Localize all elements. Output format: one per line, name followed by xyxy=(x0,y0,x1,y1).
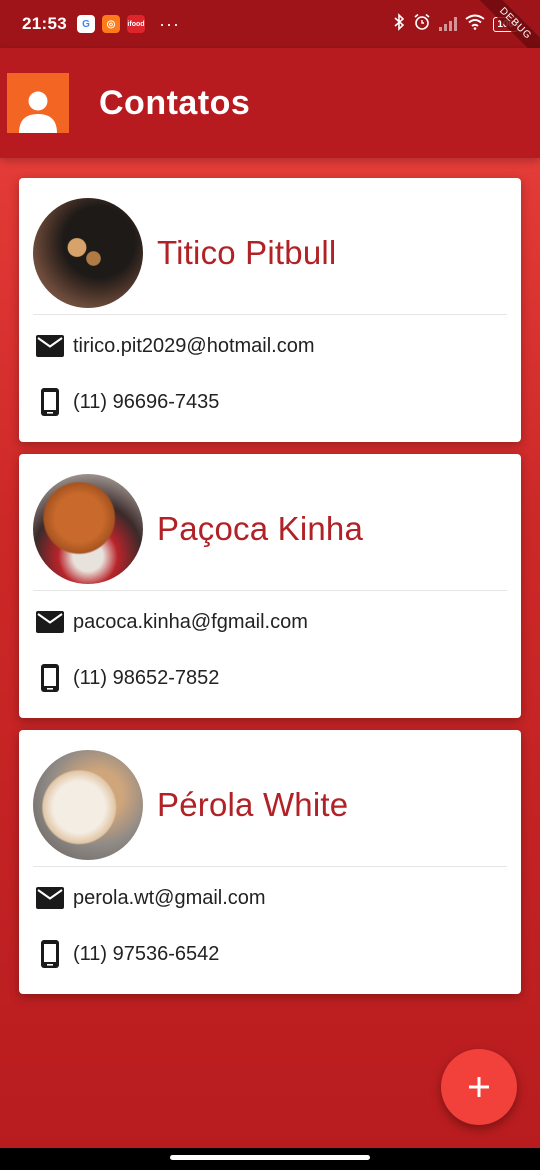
contact-avatar xyxy=(33,750,143,860)
contact-name: Pérola White xyxy=(157,786,349,823)
contact-card[interactable]: Titico Pitbull tirico.pit2029@hotmail.co… xyxy=(19,178,521,442)
ifood-app-icon: ifood xyxy=(126,15,145,33)
email-icon xyxy=(35,883,65,913)
contact-email-row[interactable]: pacoca.kinha@fgmail.com xyxy=(19,594,521,650)
contact-header: Paçoca Kinha xyxy=(19,454,521,590)
contact-name: Paçoca Kinha xyxy=(157,510,364,547)
contact-phone-row[interactable]: (11) 98652-7852 xyxy=(19,650,521,706)
phone-icon xyxy=(35,387,65,417)
contact-phone: (11) 97536-6542 xyxy=(73,942,220,965)
phone-icon xyxy=(35,663,65,693)
contact-phone: (11) 96696-7435 xyxy=(73,390,220,413)
phone-icon xyxy=(35,939,65,969)
contact-name: Titico Pitbull xyxy=(157,234,337,271)
plus-icon xyxy=(469,1077,489,1097)
contact-phone-row[interactable]: (11) 97536-6542 xyxy=(19,926,521,982)
signal-icon xyxy=(439,17,458,31)
contact-avatar xyxy=(33,474,143,584)
email-icon xyxy=(35,331,65,361)
email-icon xyxy=(35,607,65,637)
person-icon xyxy=(7,73,69,133)
contact-email: tirico.pit2029@hotmail.com xyxy=(73,334,315,357)
contact-header: Pérola White xyxy=(19,730,521,866)
status-bar: 21:53 G ◎ ifood ··· 100 DEBUG xyxy=(0,0,540,69)
contact-email: pacoca.kinha@fgmail.com xyxy=(73,610,308,633)
alarm-icon xyxy=(413,13,431,35)
google-app-icon: G xyxy=(76,15,95,33)
navigation-bar xyxy=(0,1148,540,1170)
contact-email: perola.wt@gmail.com xyxy=(73,886,266,909)
wifi-icon xyxy=(465,14,485,34)
contact-list: Titico Pitbull tirico.pit2029@hotmail.co… xyxy=(19,178,521,1006)
app-bar: Contatos xyxy=(0,48,540,158)
contact-phone: (11) 98652-7852 xyxy=(73,666,220,689)
contact-email-row[interactable]: perola.wt@gmail.com xyxy=(19,870,521,926)
add-contact-button[interactable] xyxy=(441,1049,517,1125)
bluetooth-icon xyxy=(393,13,405,35)
contact-email-row[interactable]: tirico.pit2029@hotmail.com xyxy=(19,318,521,374)
card-divider xyxy=(33,866,507,867)
contact-avatar xyxy=(33,198,143,308)
contact-card[interactable]: Pérola White perola.wt@gmail.com (11) 97… xyxy=(19,730,521,994)
page-title: Contatos xyxy=(99,83,251,122)
contact-phone-row[interactable]: (11) 96696-7435 xyxy=(19,374,521,430)
contact-card[interactable]: Paçoca Kinha pacoca.kinha@fgmail.com (11… xyxy=(19,454,521,718)
status-time: 21:53 xyxy=(22,14,67,33)
card-divider xyxy=(33,314,507,315)
home-indicator[interactable] xyxy=(170,1155,370,1160)
contact-header: Titico Pitbull xyxy=(19,178,521,314)
more-notifications-icon: ··· xyxy=(158,14,180,34)
orange-app-icon: ◎ xyxy=(101,15,120,33)
card-divider xyxy=(33,590,507,591)
